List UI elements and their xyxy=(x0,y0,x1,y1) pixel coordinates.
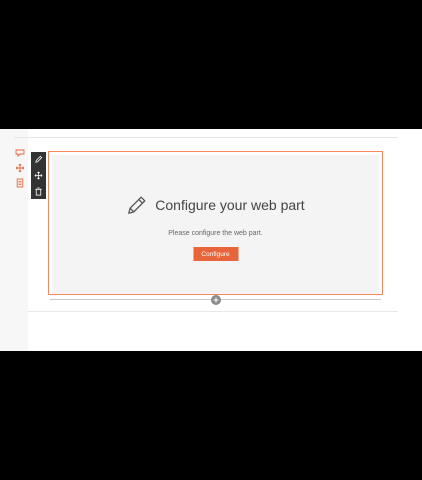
plus-icon xyxy=(213,297,219,303)
delete-section-icon[interactable] xyxy=(14,177,26,188)
webpart-toolbar xyxy=(31,152,46,199)
placeholder-header: Configure your web part xyxy=(52,194,379,216)
placeholder-title: Configure your web part xyxy=(155,197,305,213)
section-toolbar xyxy=(13,147,27,188)
top-divider xyxy=(14,137,398,138)
configure-button[interactable]: Configure xyxy=(193,247,238,261)
editor-canvas: Configure your web part Please configure… xyxy=(0,129,422,351)
move-icon[interactable] xyxy=(31,168,46,183)
move-section-icon[interactable] xyxy=(14,162,26,173)
pencil-icon xyxy=(128,196,146,214)
bottom-divider xyxy=(28,311,398,312)
add-webpart-button[interactable] xyxy=(211,295,221,305)
edit-section-icon[interactable] xyxy=(14,147,26,158)
delete-icon[interactable] xyxy=(31,184,46,199)
webpart-placeholder: Configure your web part Please configure… xyxy=(52,155,379,294)
webpart-container[interactable]: Configure your web part Please configure… xyxy=(48,151,383,295)
edit-icon[interactable] xyxy=(31,152,46,167)
placeholder-description: Please configure the web part. xyxy=(168,230,263,237)
